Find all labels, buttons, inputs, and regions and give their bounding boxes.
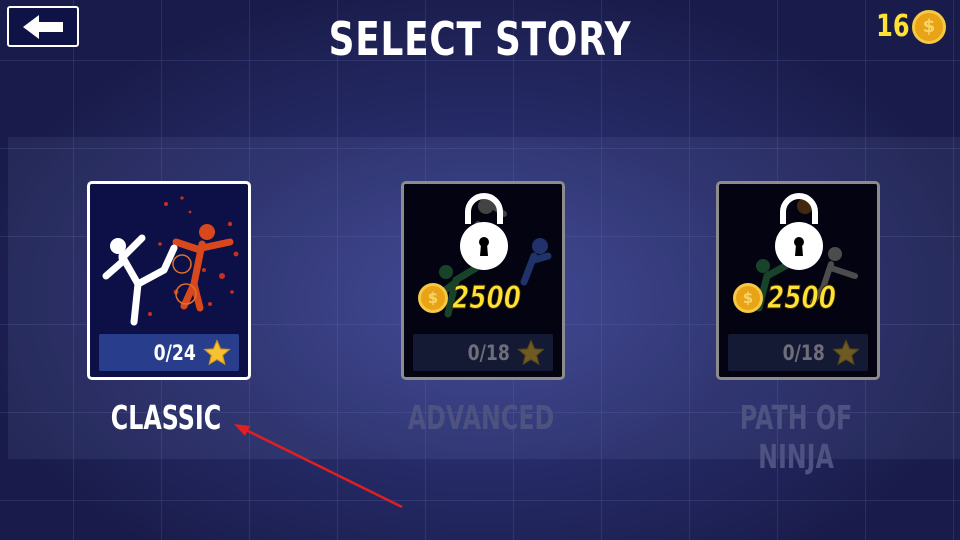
story-label-path-of-ninja[interactable]: PATH OF NINJA (702, 398, 889, 476)
page-title: SELECT STORY (328, 12, 632, 66)
gold-coin-icon (418, 283, 448, 313)
star-icon (517, 338, 545, 365)
story-progress-text: 0/18 (783, 340, 826, 365)
left-arrow-icon (23, 15, 63, 39)
padlock-icon (775, 193, 823, 270)
star-icon (832, 338, 860, 365)
price-amount: 2500 (452, 280, 522, 317)
story-card-classic[interactable]: 0/24 (87, 181, 251, 380)
gold-coin-icon (912, 9, 946, 44)
story-progress-bar: 0/18 (728, 334, 868, 371)
story-progress-text: 0/24 (154, 340, 197, 365)
classic-fight-art (102, 196, 239, 326)
price-amount: 2500 (767, 280, 837, 317)
star-icon (203, 338, 231, 365)
coin-count: 16 (876, 9, 910, 44)
story-label-advanced[interactable]: ADVANCED (387, 398, 574, 437)
unlock-price: 2500 (733, 280, 853, 317)
story-progress-bar: 0/24 (99, 334, 239, 371)
padlock-icon (460, 193, 508, 270)
coin-balance: 16 (872, 9, 946, 44)
story-progress-bar: 0/18 (413, 334, 553, 371)
story-card-path-of-ninja[interactable]: 2500 0/18 (716, 181, 880, 380)
story-progress-text: 0/18 (468, 340, 511, 365)
gold-coin-icon (733, 283, 763, 313)
story-label-classic[interactable]: CLASSIC (72, 398, 259, 437)
back-button[interactable] (7, 6, 79, 47)
unlock-price: 2500 (418, 280, 538, 317)
select-story-screen: SELECT STORY 16 $ 0/24 $ 2500 0/18 $ 250… (0, 0, 960, 540)
story-card-advanced[interactable]: 2500 0/18 (401, 181, 565, 380)
